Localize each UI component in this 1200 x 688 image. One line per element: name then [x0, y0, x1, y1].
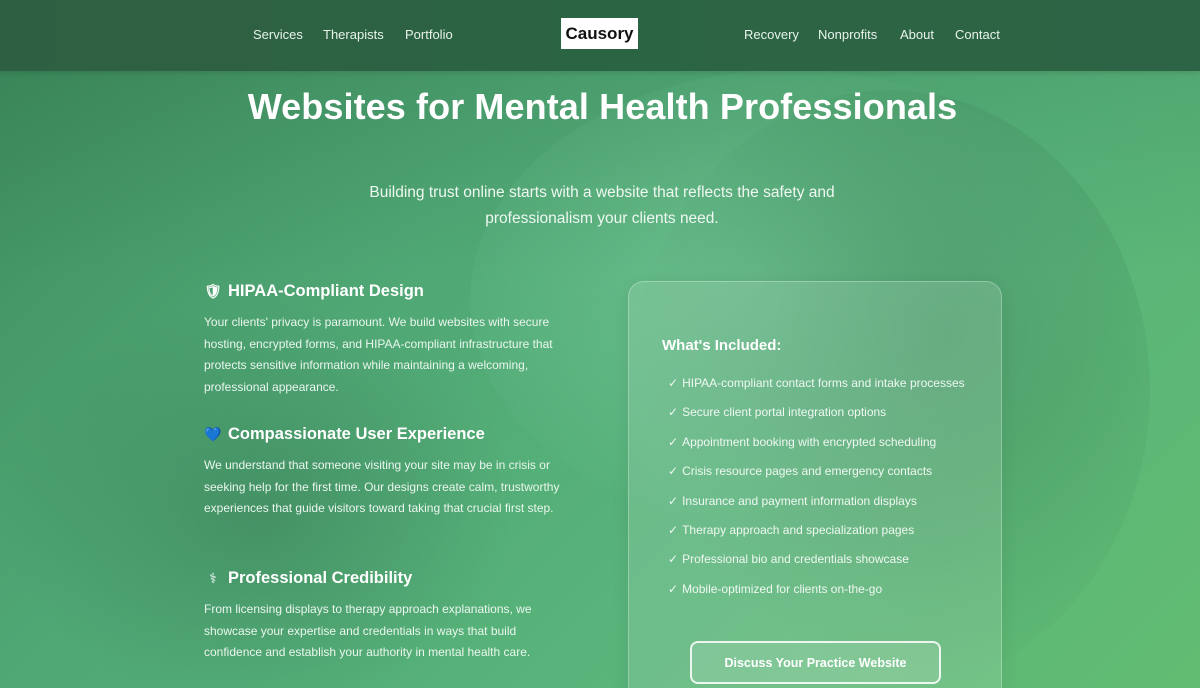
feature-description: Your clients' privacy is paramount. We b…	[204, 315, 553, 394]
list-item: ✓ Professional bio and credentials showca…	[668, 552, 909, 567]
feature-professional-credibility: ⚕ Professional Credibility From licensin…	[204, 569, 584, 664]
shield-icon: 🛡	[204, 283, 222, 299]
nav-link-portfolio[interactable]: Portfolio	[405, 27, 453, 42]
list-item: ✓ Mobile-optimized for clients on-the-go	[668, 581, 883, 596]
list-item: ✓ Therapy approach and specialization pag…	[668, 522, 915, 537]
nav-link-contact[interactable]: Contact	[955, 27, 1000, 42]
check-icon: ✓	[668, 434, 679, 449]
feature-title-row: ⚕ Professional Credibility	[204, 569, 584, 588]
card-title: What's Included:	[662, 337, 782, 354]
hero-subtitle-line-2: professionalism your clients need.	[485, 210, 719, 227]
feature-title: Professional Credibility	[228, 569, 413, 587]
feature-hipaa: 🛡 HIPAA-Compliant Design Your clients' p…	[204, 282, 584, 398]
discuss-practice-website-button[interactable]: Discuss Your Practice Website	[690, 641, 941, 684]
feature-compassionate-ux: 💙 Compassionate User Experience We under…	[204, 425, 584, 520]
check-icon: ✓	[668, 464, 679, 479]
nav-link-about[interactable]: About	[900, 27, 934, 42]
feature-title-row: 🛡 HIPAA-Compliant Design	[204, 282, 584, 301]
blue-heart-icon: 💙	[204, 426, 222, 442]
hero-subtitle: Building trust online starts with a webs…	[352, 180, 852, 232]
check-icon: ✓	[668, 493, 679, 508]
list-item: ✓ Appointment booking with encrypted sche…	[668, 434, 937, 449]
nav-link-therapists[interactable]: Therapists	[323, 27, 384, 42]
top-navigation: Services Therapists Portfolio Causory Re…	[0, 0, 1200, 71]
check-icon: ✓	[668, 581, 679, 596]
whats-included-card: What's Included: ✓ HIPAA-compliant contac…	[628, 281, 1002, 688]
list-item: ✓ Insurance and payment information displ…	[668, 493, 917, 508]
page-title: Websites for Mental Health Professionals	[247, 86, 958, 127]
nav-link-services[interactable]: Services	[253, 27, 303, 42]
feature-title-row: 💙 Compassionate User Experience	[204, 425, 584, 444]
nav-link-nonprofits[interactable]: Nonprofits	[818, 27, 877, 42]
included-list: ✓ HIPAA-compliant contact forms and intak…	[668, 374, 978, 609]
feature-description: We understand that someone visiting your…	[204, 458, 560, 516]
feature-description: From licensing displays to therapy appro…	[204, 602, 532, 660]
list-item: ✓ Secure client portal integration option…	[668, 405, 887, 420]
check-icon: ✓	[668, 376, 679, 390]
list-item: ✓ Crisis resource pages and emergency con…	[668, 464, 933, 479]
caduceus-icon: ⚕	[209, 570, 217, 586]
check-icon: ✓	[668, 522, 679, 537]
hero-subtitle-line-1: Building trust online starts with a webs…	[369, 184, 835, 201]
causory-logo[interactable]: Causory	[561, 18, 638, 49]
list-item: ✓ HIPAA-compliant contact forms and intak…	[668, 376, 965, 390]
feature-title: HIPAA-Compliant Design	[228, 282, 424, 300]
check-icon: ✓	[668, 405, 679, 420]
feature-title: Compassionate User Experience	[228, 425, 485, 443]
check-icon: ✓	[668, 552, 679, 567]
nav-link-recovery[interactable]: Recovery	[744, 27, 799, 42]
